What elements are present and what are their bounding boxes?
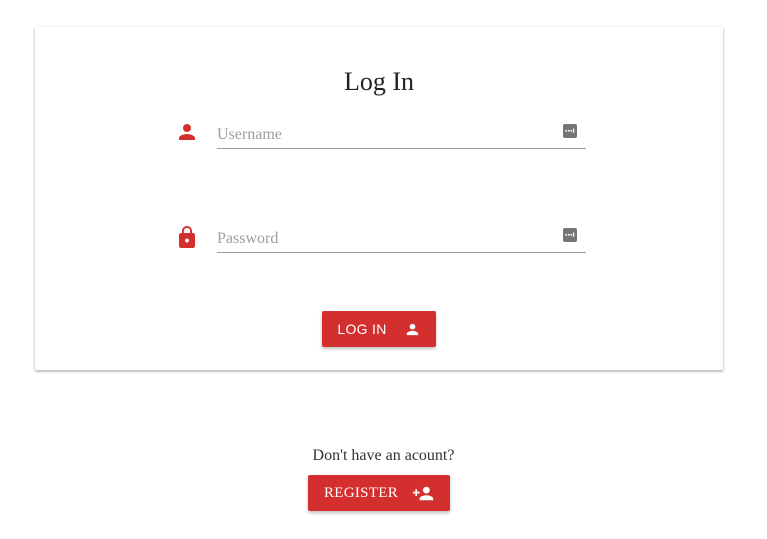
- password-manager-icon[interactable]: [563, 228, 577, 242]
- card-title: Log In: [343, 67, 415, 96]
- person-icon: [175, 120, 199, 144]
- register-button[interactable]: REGISTER: [308, 475, 450, 511]
- username-input[interactable]: [217, 121, 586, 149]
- login-button-label: LOG IN: [337, 321, 387, 337]
- password-manager-icon[interactable]: [563, 124, 577, 138]
- person-add-icon: [412, 485, 434, 502]
- register-prompt: Don't have an acount?: [312, 447, 455, 464]
- login-page: Log In Username LOG IN Don't have an aco…: [0, 0, 767, 539]
- register-button-label: REGISTER: [323, 484, 399, 501]
- person-icon: [404, 321, 421, 338]
- lock-icon: [175, 224, 199, 248]
- password-input[interactable]: [217, 225, 586, 253]
- login-button[interactable]: LOG IN: [322, 311, 436, 347]
